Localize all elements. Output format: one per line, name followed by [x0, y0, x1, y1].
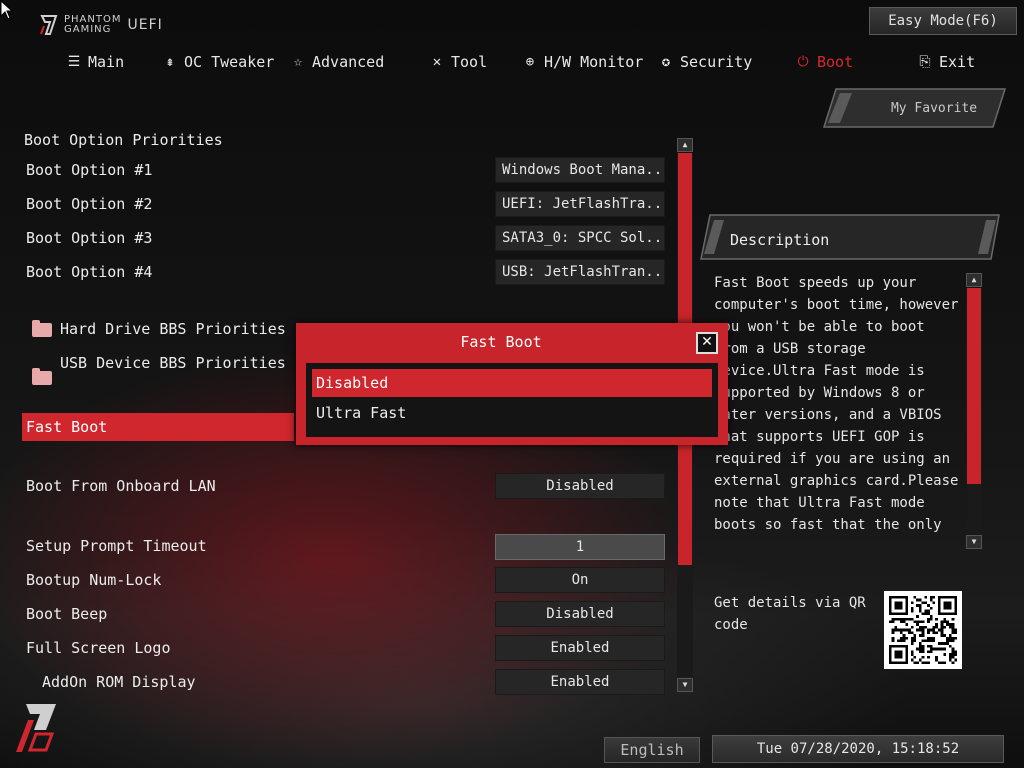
tools-icon: ✕: [432, 54, 442, 70]
addon-rom-value[interactable]: Enabled: [495, 669, 665, 695]
option-disabled[interactable]: Disabled: [312, 369, 712, 397]
desc-scroll-down-icon[interactable]: ▼: [966, 535, 982, 549]
tab-hw-monitor-label: H/W Monitor: [544, 53, 644, 71]
fast-boot-row[interactable]: Fast Boot: [22, 413, 294, 441]
boot-option-4-label: Boot Option #4: [26, 263, 153, 281]
full-screen-logo-value[interactable]: Enabled: [495, 635, 665, 661]
onboard-lan-label: Boot From Onboard LAN: [26, 477, 216, 495]
folder-icon: [32, 320, 52, 337]
description-title: Description: [730, 231, 830, 249]
logo-line2: GAMING: [64, 24, 112, 35]
hard-drive-bbs-link[interactable]: Hard Drive BBS Priorities: [60, 319, 286, 339]
boot-option-1-value[interactable]: Windows Boot Mana...: [495, 157, 665, 183]
desc-scroll-up-icon[interactable]: ▲: [966, 273, 982, 287]
boot-beep-label: Boot Beep: [26, 605, 108, 623]
popup-options: Disabled Ultra Fast: [306, 363, 718, 437]
prompt-timeout-label: Setup Prompt Timeout: [26, 537, 207, 555]
prompt-timeout-input[interactable]: 1: [495, 534, 665, 560]
numlock-value[interactable]: On: [495, 567, 665, 593]
logo-wordmark: PHANTOM GAMING: [64, 15, 121, 35]
datetime-display: Tue 07/28/2020, 15:18:52: [712, 735, 1004, 763]
language-button[interactable]: English: [604, 737, 700, 763]
power-icon: ⏻: [797, 54, 809, 70]
easy-mode-button[interactable]: Easy Mode(F6): [869, 7, 1017, 35]
onboard-lan-value[interactable]: Disabled: [495, 473, 665, 499]
section-title: Boot Option Priorities: [24, 131, 223, 149]
close-icon[interactable]: ✕: [696, 332, 718, 354]
tab-oc-tweaker[interactable]: ⇞ OC Tweaker: [162, 48, 275, 76]
full-screen-logo-label: Full Screen Logo: [26, 639, 171, 657]
list-icon: ☰: [67, 54, 81, 70]
folder-icon: [32, 368, 52, 385]
boot-option-2-label: Boot Option #2: [26, 195, 153, 213]
tab-security[interactable]: ✪ Security: [658, 48, 752, 76]
boot-beep-value[interactable]: Disabled: [495, 601, 665, 627]
shield-icon: ✪: [661, 54, 671, 70]
star-icon: ☆: [293, 54, 303, 70]
main-nav: ☰ Main ⇞ OC Tweaker ☆ Advanced ✕ Tool ⊕ …: [0, 48, 1024, 76]
rocket-icon: ⇞: [165, 54, 175, 70]
description-scrollbar[interactable]: [966, 288, 982, 534]
tab-oc-tweaker-label: OC Tweaker: [184, 53, 275, 71]
tab-hw-monitor[interactable]: ⊕ H/W Monitor: [522, 48, 644, 76]
monitor-icon: ⊕: [525, 54, 535, 70]
tab-advanced[interactable]: ☆ Advanced: [290, 48, 384, 76]
description-scroll-thumb[interactable]: [967, 288, 981, 484]
tab-tool-label: Tool: [451, 53, 488, 71]
numlock-label: Bootup Num-Lock: [26, 571, 162, 589]
boot-option-2-value[interactable]: UEFI: JetFlashTra...: [495, 191, 665, 217]
usb-device-bbs-link[interactable]: USB Device BBS Priorities: [60, 353, 286, 373]
popup-title: Fast Boot: [460, 333, 542, 351]
fast-boot-popup: Fast Boot ✕ Disabled Ultra Fast: [296, 323, 728, 445]
my-favorite-button[interactable]: My Favorite: [822, 88, 1018, 128]
boot-option-4-value[interactable]: USB: JetFlashTran...: [495, 259, 665, 285]
scroll-up-icon[interactable]: ▲: [677, 138, 693, 152]
description-text: Fast Boot speeds up your computer's boot…: [714, 275, 959, 533]
boot-option-3-label: Boot Option #3: [26, 229, 153, 247]
tab-exit[interactable]: ⎘ Exit: [917, 48, 975, 76]
qr-code-icon: [889, 596, 957, 664]
tab-boot-label: Boot: [817, 53, 854, 71]
exit-icon: ⎘: [919, 54, 931, 70]
addon-rom-label: AddOn ROM Display: [42, 673, 196, 691]
tab-main[interactable]: ☰ Main: [66, 48, 124, 76]
boot-option-1-label: Boot Option #1: [26, 161, 153, 179]
scroll-down-icon[interactable]: ▼: [677, 678, 693, 692]
tab-tool[interactable]: ✕ Tool: [429, 48, 487, 76]
mouse-cursor-icon: [0, 0, 14, 20]
tab-main-label: Main: [88, 53, 125, 71]
option-ultra-fast[interactable]: Ultra Fast: [312, 399, 712, 427]
tab-security-label: Security: [680, 53, 753, 71]
qr-label: Get details via QR code: [714, 595, 866, 633]
boot-option-3-value[interactable]: SATA3_0: SPCC Sol...: [495, 225, 665, 251]
tab-advanced-label: Advanced: [312, 53, 385, 71]
phantom-gaming-emblem-icon: [16, 704, 56, 752]
phantom-gaming-logo-icon: [40, 15, 58, 35]
tab-boot[interactable]: ⏻ Boot: [795, 48, 853, 76]
logo-uefi: UEFI: [127, 17, 163, 33]
tab-exit-label: Exit: [939, 53, 976, 71]
qr-code: [884, 591, 962, 669]
brand-logo: PHANTOM GAMING UEFI: [38, 12, 163, 38]
